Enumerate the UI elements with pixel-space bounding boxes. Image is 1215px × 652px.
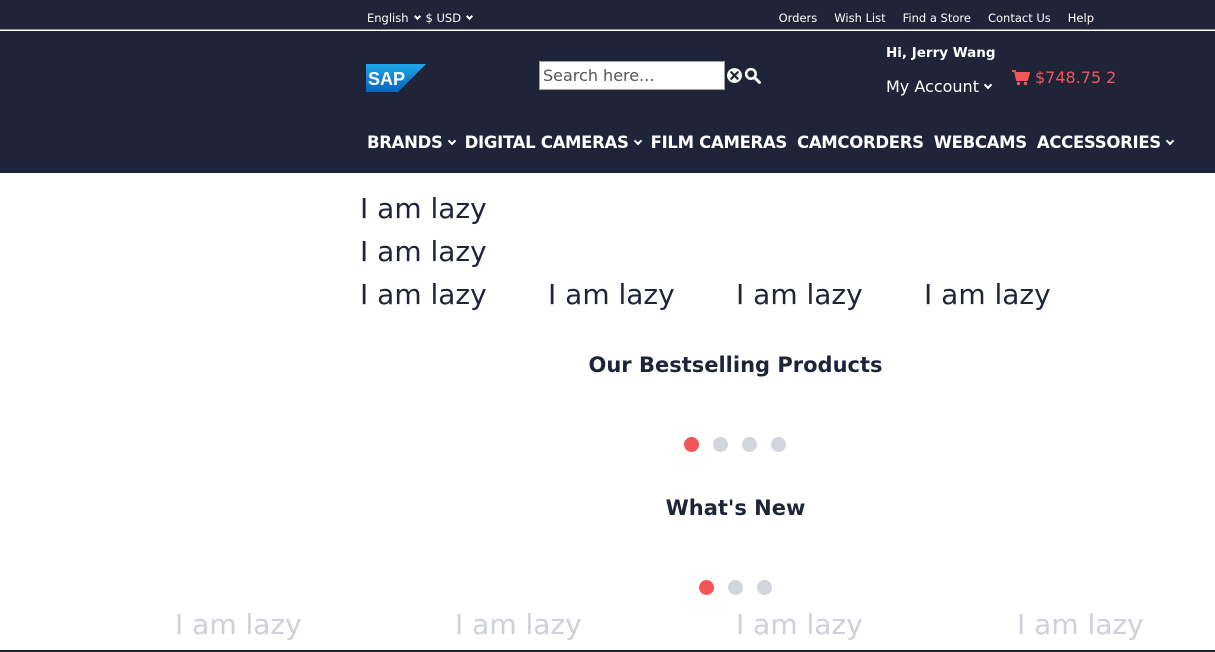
- lazy-placeholder: I am lazy: [548, 278, 675, 311]
- utility-links: Orders Wish List Find a Store Contact Us…: [779, 11, 1094, 25]
- lazy-placeholder: I am lazy: [360, 192, 487, 225]
- nav-webcams[interactable]: WEBCAMS: [934, 133, 1027, 152]
- category-nav: BRANDS DIGITAL CAMERAS FILM CAMERAS CAMC…: [367, 133, 1175, 152]
- currency-label: $ USD: [425, 11, 462, 25]
- lazy-placeholder: I am lazy: [736, 608, 863, 641]
- carousel-dot[interactable]: [757, 580, 772, 595]
- mini-cart[interactable]: $748.75 2: [1012, 68, 1116, 87]
- lazy-placeholder: I am lazy: [360, 235, 487, 268]
- chevron-down-icon: [983, 80, 993, 89]
- nav-film-cameras[interactable]: FILM CAMERAS: [650, 133, 788, 152]
- cart-icon: [1012, 69, 1030, 85]
- cart-count: 2: [1106, 68, 1117, 87]
- chevron-down-icon: [413, 12, 421, 20]
- carousel-dot[interactable]: [742, 437, 757, 452]
- search-icon[interactable]: [744, 67, 761, 84]
- lazy-placeholder: I am lazy: [924, 278, 1051, 311]
- nav-label: WEBCAMS: [933, 133, 1027, 152]
- link-contact-us[interactable]: Contact Us: [988, 11, 1051, 25]
- link-wish-list[interactable]: Wish List: [834, 11, 885, 25]
- language-selector[interactable]: English: [367, 11, 421, 25]
- main-header: SAP Hi, Jerry Wang My Account $748.75 2 …: [0, 31, 1215, 173]
- nav-label: DIGITAL CAMERAS: [464, 133, 629, 152]
- carousel-dot[interactable]: [713, 437, 728, 452]
- chevron-down-icon: [1165, 136, 1175, 145]
- link-find-a-store[interactable]: Find a Store: [903, 11, 971, 25]
- nav-camcorders[interactable]: CAMCORDERS: [797, 133, 924, 152]
- clear-icon[interactable]: [726, 67, 743, 84]
- nav-brands[interactable]: BRANDS: [367, 133, 456, 152]
- language-label: English: [367, 11, 409, 25]
- chevron-down-icon: [466, 12, 474, 20]
- carousel-dot-active[interactable]: [699, 580, 714, 595]
- search-input[interactable]: [539, 61, 725, 90]
- nav-digital-cameras[interactable]: DIGITAL CAMERAS: [464, 133, 642, 152]
- locale-selectors: English $ USD: [367, 11, 474, 25]
- user-greeting: Hi, Jerry Wang: [886, 45, 996, 61]
- chevron-down-icon: [447, 136, 456, 145]
- lazy-placeholder: I am lazy: [175, 608, 302, 641]
- sap-logo[interactable]: SAP: [366, 64, 426, 92]
- bestselling-title: Our Bestselling Products: [588, 353, 883, 377]
- nav-label: ACCESSORIES: [1036, 133, 1161, 152]
- nav-label: FILM CAMERAS: [650, 133, 788, 152]
- lazy-placeholder: I am lazy: [736, 278, 863, 311]
- currency-selector[interactable]: $ USD: [425, 11, 474, 25]
- whats-new-carousel-dots: [699, 580, 772, 595]
- my-account-menu[interactable]: My Account: [886, 77, 993, 96]
- lazy-placeholder: I am lazy: [1017, 608, 1144, 641]
- account-label: My Account: [886, 77, 979, 96]
- chevron-down-icon: [633, 136, 642, 145]
- cart-total: $748.75: [1035, 68, 1102, 87]
- carousel-dot-active[interactable]: [684, 437, 699, 452]
- lazy-placeholder: I am lazy: [360, 278, 487, 311]
- bestselling-carousel-dots: [684, 437, 786, 452]
- whats-new-title: What's New: [665, 496, 806, 520]
- link-orders[interactable]: Orders: [779, 11, 818, 25]
- lazy-placeholder: I am lazy: [455, 608, 582, 641]
- search-bar: [539, 61, 761, 90]
- nav-label: CAMCORDERS: [797, 133, 924, 152]
- svg-text:SAP: SAP: [368, 69, 405, 89]
- carousel-dot[interactable]: [771, 437, 786, 452]
- top-utility-bar: English $ USD Orders Wish List Find a St…: [0, 0, 1215, 30]
- nav-accessories[interactable]: ACCESSORIES: [1036, 133, 1175, 152]
- nav-label: BRANDS: [367, 133, 443, 152]
- carousel-dot[interactable]: [728, 580, 743, 595]
- link-help[interactable]: Help: [1068, 11, 1094, 25]
